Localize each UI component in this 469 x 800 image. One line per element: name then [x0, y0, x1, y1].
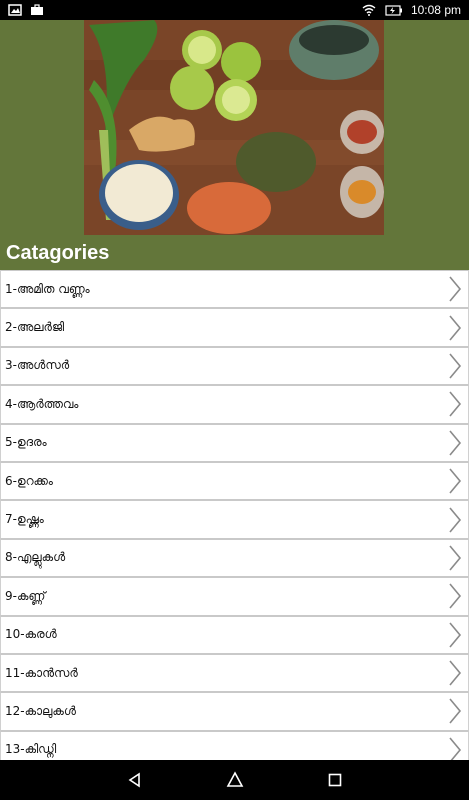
category-list-item[interactable]: 2-അലർജി: [0, 308, 469, 347]
category-list-item[interactable]: 11-കാൻസർ: [0, 653, 469, 693]
briefcase-icon: [31, 4, 43, 15]
chevron-right-icon: [449, 583, 462, 609]
hero-image: [84, 20, 384, 235]
page-title: Catagories: [6, 242, 110, 264]
category-label: 2-അലർജി: [5, 320, 65, 335]
chevron-right-icon: [449, 468, 462, 494]
category-list-item[interactable]: 7-ഉഷ്ണം: [0, 500, 469, 539]
category-list-item[interactable]: 12-കാലുകൾ: [0, 692, 469, 731]
battery-icon: [385, 5, 402, 16]
status-bar: 10:08 pm: [0, 0, 469, 20]
chevron-right-icon: [449, 507, 462, 533]
recents-icon: [328, 773, 341, 787]
notification-icons: [8, 4, 44, 16]
category-list-item[interactable]: 5-ഉദരം: [0, 423, 469, 462]
category-label: 9-കണ്ണ്: [5, 588, 46, 603]
chevron-right-icon: [449, 276, 462, 302]
home-icon: [226, 771, 243, 787]
chevron-right-icon: [449, 545, 462, 571]
category-list-item[interactable]: 3-അൾസർ: [0, 346, 469, 386]
chevron-right-icon: [449, 353, 462, 379]
category-label: 3-അൾസർ: [5, 358, 70, 373]
category-list-item[interactable]: 4-ആർത്തവം: [0, 385, 469, 424]
chevron-right-icon: [449, 698, 462, 724]
back-button[interactable]: [125, 770, 145, 790]
category-label: 8-എല്ലുകൾ: [5, 550, 66, 565]
category-list-item[interactable]: 13-കിഡ്നി: [0, 730, 469, 760]
chevron-right-icon: [449, 315, 462, 341]
category-label: 13-കിഡ്നി: [5, 742, 57, 757]
chevron-right-icon: [449, 660, 462, 686]
category-list-item[interactable]: 1-അമിത വണ്ണം: [0, 270, 469, 309]
category-label: 6-ഉറക്കം: [5, 473, 53, 488]
chevron-right-icon: [449, 622, 462, 648]
back-icon: [128, 772, 140, 788]
image-icon: [8, 4, 22, 16]
system-icons: 10:08 pm: [361, 3, 461, 17]
navigation-bar: [0, 760, 469, 800]
chevron-right-icon: [449, 430, 462, 456]
recents-button[interactable]: [325, 770, 345, 790]
category-list-item[interactable]: 8-എല്ലുകൾ: [0, 538, 469, 578]
category-list: 1-അമിത വണ്ണം 2-അലർജി 3-അൾസർ 4-ആർത്തവം 5-ഉദരം…: [0, 270, 469, 760]
category-list-item[interactable]: 10-കരൾ: [0, 615, 469, 654]
spices-and-herbs-photo: [84, 20, 384, 235]
wifi-icon: [362, 4, 376, 16]
clock: 10:08 pm: [410, 3, 461, 17]
category-label: 7-ഉഷ്ണം: [5, 512, 44, 527]
category-label: 4-ആർത്തവം: [5, 396, 79, 411]
chevron-right-icon: [449, 391, 462, 417]
category-label: 11-കാൻസർ: [5, 665, 78, 680]
header: Catagories: [0, 20, 469, 270]
category-list-item[interactable]: 9-കണ്ണ്: [0, 577, 469, 616]
home-button[interactable]: [225, 770, 245, 790]
category-label: 12-കാലുകൾ: [5, 703, 76, 718]
category-label: 5-ഉദരം: [5, 435, 47, 450]
category-label: 10-കരൾ: [5, 627, 57, 642]
category-label: 1-അമിത വണ്ണം: [5, 281, 90, 296]
chevron-right-icon: [449, 737, 462, 760]
category-list-item[interactable]: 6-ഉറക്കം: [0, 461, 469, 501]
